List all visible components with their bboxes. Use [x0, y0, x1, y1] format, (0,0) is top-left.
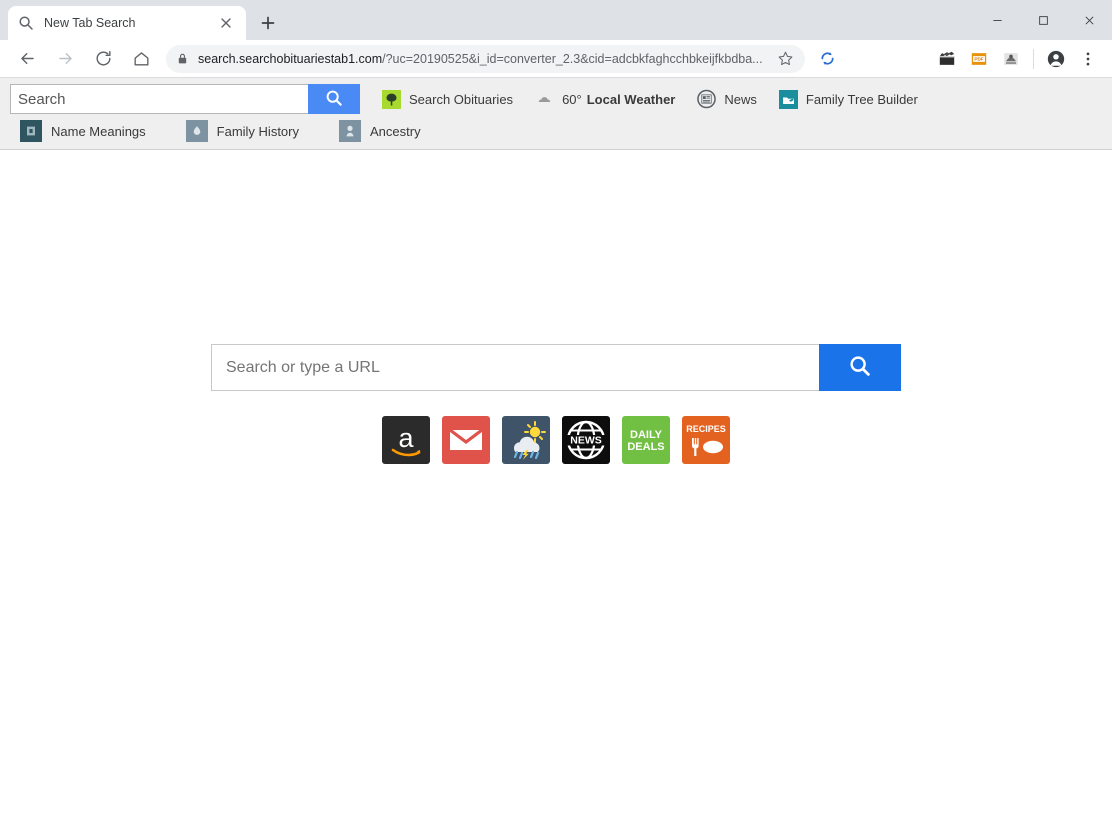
- address-bar-url: search.searchobituariestab1.com/?uc=2019…: [198, 52, 771, 66]
- browser-tab-strip: New Tab Search: [0, 0, 1112, 40]
- reload-icon[interactable]: [88, 44, 118, 74]
- minimize-icon[interactable]: [974, 4, 1020, 36]
- svg-text:RECIPES: RECIPES: [686, 424, 726, 434]
- nameplate-icon: [20, 120, 42, 142]
- forward-arrow-icon[interactable]: [50, 44, 80, 74]
- folder-leaf-icon: [778, 89, 798, 109]
- home-icon[interactable]: [126, 44, 156, 74]
- ext-link-label: Search Obituaries: [409, 91, 514, 107]
- ext-link-label: Family History: [216, 123, 299, 139]
- magnifier-icon: [847, 353, 873, 382]
- main-search-button[interactable]: [819, 344, 901, 391]
- pdf-extension-icon[interactable]: PDF: [966, 46, 992, 72]
- shortcut-tiles: a NEWS DAILY DEALS RECIPES: [382, 416, 730, 464]
- lock-icon: [176, 52, 190, 66]
- ext-link-news[interactable]: News: [697, 89, 757, 109]
- extension-search-button[interactable]: [308, 84, 360, 114]
- ext-link-label: News: [724, 91, 757, 107]
- extension-toolbar-row-2: Name Meanings Family History Ancestry: [0, 120, 1112, 149]
- tab-title: New Tab Search: [44, 16, 136, 30]
- window-controls: [974, 0, 1112, 40]
- grayscale-extension-icon[interactable]: [998, 46, 1024, 72]
- gmail-tile[interactable]: [442, 416, 490, 464]
- ext-link-label: Local Weather: [586, 91, 676, 107]
- daily-deals-tile[interactable]: DAILY DEALS: [622, 416, 670, 464]
- ext-link-ancestry[interactable]: Ancestry: [339, 120, 421, 142]
- browser-tab[interactable]: New Tab Search: [8, 6, 246, 40]
- browser-toolbar: search.searchobituariestab1.com/?uc=2019…: [0, 40, 1112, 78]
- ext-link-label: Family Tree Builder: [805, 91, 918, 107]
- amazon-tile[interactable]: a: [382, 416, 430, 464]
- toolbar-divider: [1033, 48, 1034, 69]
- cloud-icon: [535, 90, 554, 109]
- star-icon[interactable]: [777, 50, 795, 68]
- ext-link-family-history[interactable]: Family History: [185, 120, 299, 142]
- search-icon: [18, 15, 34, 31]
- address-bar-host: search.searchobituariestab1.com: [198, 51, 383, 66]
- close-icon[interactable]: [216, 13, 236, 33]
- droplet-icon: [185, 120, 208, 142]
- tree-person-icon: [339, 120, 361, 142]
- close-icon[interactable]: [1066, 4, 1112, 36]
- svg-text:PDF: PDF: [974, 56, 983, 61]
- ext-link-label: Ancestry: [370, 123, 421, 139]
- extension-toolbar: Search Obituaries 60° Local Weather: [0, 78, 1112, 150]
- newspaper-icon: [697, 89, 717, 109]
- extension-search: [10, 84, 360, 114]
- tree-icon: [382, 89, 401, 109]
- svg-text:DAILY: DAILY: [630, 429, 663, 441]
- main-search-input[interactable]: [211, 344, 819, 391]
- weather-tile[interactable]: [502, 416, 550, 464]
- ext-link-label: Name Meanings: [51, 123, 146, 139]
- ext-link-name-meanings[interactable]: Name Meanings: [20, 120, 146, 142]
- sync-icon[interactable]: [814, 46, 840, 72]
- extension-search-input[interactable]: [10, 84, 308, 114]
- magnifier-icon: [324, 88, 344, 111]
- three-dot-menu-icon[interactable]: [1075, 46, 1101, 72]
- svg-text:a: a: [398, 423, 414, 453]
- back-arrow-icon[interactable]: [12, 44, 42, 74]
- account-avatar-icon[interactable]: [1043, 46, 1069, 72]
- ext-link-search-obituaries[interactable]: Search Obituaries: [382, 89, 514, 109]
- main-search: [211, 344, 901, 391]
- weather-temperature: 60°: [562, 91, 582, 107]
- news-tile[interactable]: NEWS: [562, 416, 610, 464]
- address-bar[interactable]: search.searchobituariestab1.com/?uc=2019…: [166, 44, 805, 73]
- new-tab-button[interactable]: [254, 9, 282, 37]
- page-content: a: [0, 150, 1112, 816]
- maximize-icon[interactable]: [1020, 4, 1066, 36]
- extension-toolbar-row-1: Search Obituaries 60° Local Weather: [0, 84, 1112, 120]
- address-bar-path: /?uc=20190525&i_id=converter_2.3&cid=adc…: [382, 51, 763, 66]
- recipes-tile[interactable]: RECIPES: [682, 416, 730, 464]
- svg-text:DEALS: DEALS: [627, 441, 664, 453]
- search-hero: a: [0, 344, 1112, 464]
- ext-link-family-tree-builder[interactable]: Family Tree Builder: [778, 89, 918, 109]
- clapperboard-extension-icon[interactable]: [934, 46, 960, 72]
- ext-link-local-weather[interactable]: 60° Local Weather: [535, 90, 675, 109]
- svg-text:NEWS: NEWS: [570, 435, 602, 447]
